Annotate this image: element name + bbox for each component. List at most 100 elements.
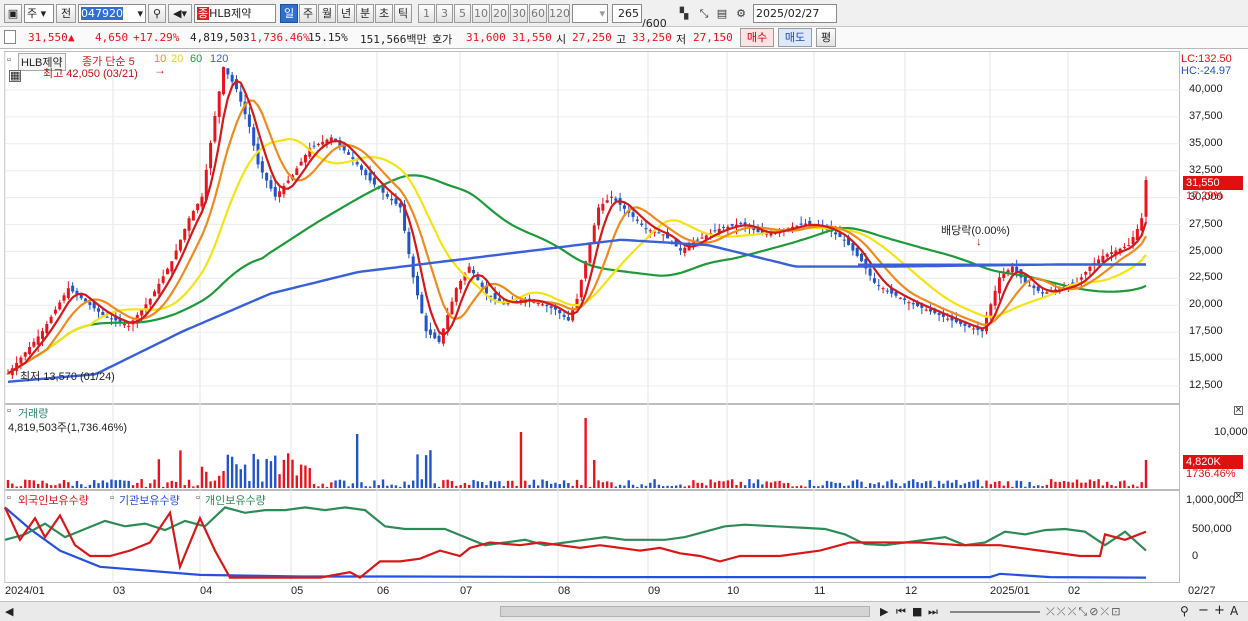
volume-bar [649, 482, 652, 488]
volume-bar [200, 466, 204, 488]
volume-bar [88, 484, 92, 488]
volume-bar [972, 480, 975, 488]
text-tool-icon[interactable]: A [1230, 604, 1238, 618]
volume-bar [127, 480, 130, 488]
volume-bar [403, 481, 406, 488]
candle-body [549, 306, 553, 308]
volume-bar [860, 481, 863, 488]
panel-collapse-icon[interactable]: ▫ [7, 492, 11, 504]
volume-bar [274, 455, 277, 488]
volume-bar [1127, 486, 1130, 488]
candle-body [635, 219, 639, 221]
volume-bar [735, 485, 738, 488]
volume-bar [455, 485, 458, 488]
scroll-right-icon[interactable]: ▶ [880, 605, 888, 618]
volume-bar [1019, 481, 1023, 488]
stop-icon[interactable]: ■ [912, 605, 922, 618]
close-icon[interactable]: × [1234, 491, 1243, 502]
volume-bar [485, 485, 488, 488]
volume-bar [347, 486, 350, 488]
volume-bar [506, 480, 510, 488]
volume-bar [799, 485, 803, 488]
volume-bar [153, 479, 156, 488]
y-tick-label: 27,500 [1189, 217, 1223, 230]
volume-bar [726, 480, 730, 488]
volume-bar [541, 479, 544, 488]
volume-bar [929, 480, 932, 488]
volume-bar [679, 484, 682, 488]
x-tick-label: 07 [460, 585, 473, 597]
volume-bar [149, 483, 152, 488]
volume-bar [700, 482, 704, 488]
candle-body [153, 291, 157, 297]
candle-body [213, 116, 217, 142]
x-tick-label: 04 [200, 585, 213, 597]
candle-body [851, 243, 855, 251]
volume-bar [93, 480, 96, 488]
candle-body [390, 198, 394, 201]
plus-icon[interactable]: + [1214, 603, 1225, 618]
volume-bar [748, 479, 751, 488]
close-icon[interactable]: × [1234, 405, 1243, 416]
lc-label: LC:132.50 [1181, 53, 1232, 65]
holdings-tick: 0 [1192, 550, 1199, 562]
y-tick-label: 20,000 [1189, 298, 1223, 311]
volume-bar [1067, 481, 1070, 488]
volume-bar [881, 485, 885, 488]
volume-bar [942, 483, 945, 488]
scroll-thumb[interactable] [500, 606, 870, 617]
candle-body [101, 312, 105, 316]
candle-body [1028, 285, 1032, 287]
candle-body [855, 247, 859, 256]
rewind-icon[interactable]: ⏮ [896, 605, 906, 619]
x-tick-label: 12 [905, 585, 918, 597]
volume-bar [623, 485, 626, 488]
candle-body [911, 303, 915, 305]
scroll-left-icon[interactable]: ◀ [5, 605, 13, 618]
volume-bar [985, 480, 988, 488]
candle-body [178, 239, 182, 251]
volume-bar [886, 481, 889, 488]
volume-bar [670, 486, 674, 488]
fast-forward-icon[interactable]: ⏭ [928, 605, 938, 619]
volume-bar [821, 485, 824, 488]
volume-bar [950, 482, 954, 488]
holdings-tick: 1,000,000 [1186, 494, 1235, 506]
candle-body [1110, 252, 1114, 254]
zoom-out-icon[interactable]: ⚲ [1180, 604, 1189, 618]
chart-scrollbar[interactable]: ◀ ▶ ⏮ ■ ⏭ ⤫⤫⤫⤡⊘⤫⊡ ⚲ − + A [0, 601, 1248, 621]
volume-bar [28, 480, 31, 488]
volume-bar [1131, 484, 1135, 488]
foreign-line [4, 506, 1147, 579]
panel-collapse-icon[interactable]: ▫ [7, 54, 11, 66]
candle-body [28, 347, 32, 355]
volume-bar [778, 480, 781, 488]
zoom-slider[interactable] [950, 611, 1040, 613]
candle-body [247, 114, 251, 127]
volume-bar [411, 480, 415, 488]
volume-bar [381, 479, 385, 488]
table-icon[interactable]: ▦ [9, 70, 21, 82]
candle-body [605, 200, 609, 203]
candle-body [191, 211, 195, 221]
minus-icon[interactable]: − [1198, 603, 1209, 618]
candle-body [303, 155, 307, 163]
y-tick-label: 22,500 [1189, 271, 1223, 284]
volume-bar [752, 483, 755, 488]
drawing-tools-icon[interactable]: ⤫⤫⤫⤡⊘⤫⊡ [1046, 605, 1122, 619]
volume-bar [269, 461, 273, 488]
volume-bar [472, 479, 475, 488]
candle-body [592, 225, 596, 242]
volume-bar [989, 484, 993, 488]
panel-collapse-icon[interactable]: ▫ [7, 405, 11, 417]
volume-bar [739, 481, 743, 488]
volume-bar [812, 485, 816, 488]
volume-bar [1097, 479, 1100, 488]
candle-body [472, 269, 476, 274]
volume-bar [161, 486, 165, 488]
volume-bar [1041, 486, 1044, 488]
volume-bar [209, 481, 212, 488]
volume-bar [631, 484, 635, 488]
volume-bar [1088, 479, 1092, 488]
low-annotation: 최저 13,570 (01/24) [20, 371, 115, 383]
